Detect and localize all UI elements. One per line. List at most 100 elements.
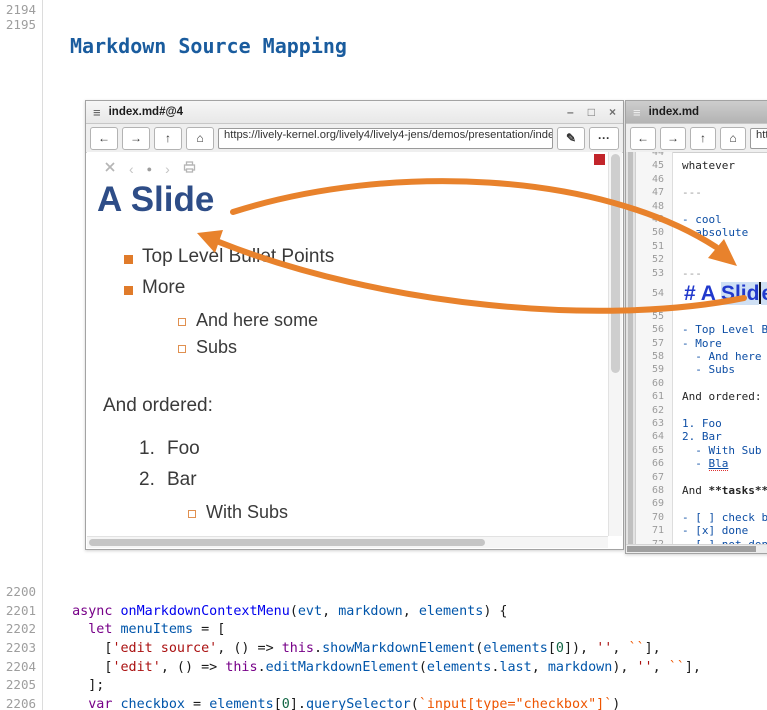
selection-handle[interactable] bbox=[594, 154, 605, 165]
list-item-text: Foo bbox=[167, 438, 200, 460]
source-text: - [x] done bbox=[672, 524, 748, 537]
source-text: - [ ] check b bbox=[672, 511, 767, 524]
list-item: With Subs bbox=[87, 502, 598, 529]
code-line: 2202 let menuItems = [ bbox=[0, 620, 767, 639]
vertical-scrollbar-thumb[interactable] bbox=[611, 154, 620, 373]
horizontal-scrollbar-thumb[interactable] bbox=[89, 539, 485, 546]
line-number: 58 bbox=[636, 350, 672, 363]
up-button[interactable]: ↑ bbox=[154, 127, 182, 150]
editor-left-scrollbar-thumb[interactable] bbox=[628, 152, 633, 545]
window-menu-icon[interactable]: ≡ bbox=[633, 105, 641, 120]
source-line: 642. Bar bbox=[636, 430, 767, 443]
browser-toolbar: ← → ↑ ⌂ https://lively-kernel.org/lively… bbox=[86, 124, 623, 153]
source-text: - With Sub bbox=[672, 444, 761, 457]
source-line: 58 - And here bbox=[636, 350, 767, 363]
more-options-button[interactable]: ··· bbox=[589, 127, 619, 150]
line-number: 61 bbox=[636, 390, 672, 403]
close-button[interactable]: × bbox=[609, 105, 616, 119]
list-item: Subs bbox=[87, 337, 598, 364]
source-text bbox=[672, 200, 682, 213]
minimize-button[interactable]: – bbox=[567, 105, 574, 119]
line-number: 47 bbox=[636, 186, 672, 199]
source-text: 2. Bar bbox=[672, 430, 722, 443]
source-text: absolute bbox=[672, 226, 748, 239]
source-text bbox=[672, 310, 682, 323]
up-button[interactable]: ↑ bbox=[690, 127, 716, 150]
line-number: 45 bbox=[636, 159, 672, 172]
source-text: - cool bbox=[672, 213, 722, 226]
source-line: 54# A Slide bbox=[636, 280, 767, 310]
edit-button[interactable]: ✎ bbox=[557, 127, 585, 150]
source-lines: 4445whatever4647---4849- cool50 absolute… bbox=[636, 152, 767, 545]
rendered-markdown-area[interactable]: ‹ ● › A Slide Top Level Bullet PointsMor… bbox=[87, 152, 608, 536]
line-number: 56 bbox=[636, 323, 672, 336]
maximize-button[interactable]: □ bbox=[588, 105, 595, 119]
back-button[interactable]: ← bbox=[630, 127, 656, 150]
presentation-controls: ‹ ● › bbox=[104, 160, 196, 178]
line-number: 54 bbox=[636, 280, 672, 310]
list-item-text: With Subs bbox=[206, 502, 288, 523]
browser-window-source: ≡ index.md ← → ↑ ⌂ https 4445whatever464… bbox=[625, 100, 767, 554]
code-line: 2205 ]; bbox=[0, 676, 767, 695]
list-item: More bbox=[87, 279, 598, 310]
code-line: 2203 ['edit source', () => this.showMark… bbox=[0, 639, 767, 658]
source-line: 57- More bbox=[636, 337, 767, 350]
line-number: 2200 bbox=[0, 583, 36, 602]
source-text: - And here bbox=[672, 350, 761, 363]
editor-left-scrollbar[interactable] bbox=[626, 152, 636, 545]
window-menu-icon[interactable]: ≡ bbox=[93, 105, 101, 120]
line-number: 65 bbox=[636, 444, 672, 457]
source-line: 68And **tasks** bbox=[636, 484, 767, 497]
source-line: 53--- bbox=[636, 267, 767, 280]
code-text: let menuItems = [ bbox=[36, 622, 225, 637]
ordered-marker: 2. bbox=[139, 469, 155, 491]
source-text: - Subs bbox=[672, 363, 735, 376]
source-editor[interactable]: 4445whatever4647---4849- cool50 absolute… bbox=[626, 152, 767, 545]
horizontal-scrollbar[interactable] bbox=[626, 544, 767, 553]
print-icon[interactable] bbox=[183, 160, 196, 178]
forward-button[interactable]: → bbox=[122, 127, 150, 150]
source-text bbox=[672, 152, 682, 159]
source-line: 631. Foo bbox=[636, 417, 767, 430]
source-text bbox=[672, 173, 682, 186]
home-button[interactable]: ⌂ bbox=[186, 127, 214, 150]
source-line: 49- cool bbox=[636, 213, 767, 226]
code-text: ['edit', () => this.editMarkdownElement(… bbox=[36, 660, 701, 675]
line-number: 2204 bbox=[0, 658, 36, 677]
forward-button[interactable]: → bbox=[660, 127, 686, 150]
source-line: 47--- bbox=[636, 186, 767, 199]
window-titlebar[interactable]: ≡ index.md bbox=[626, 101, 767, 124]
line-number: 2201 bbox=[0, 602, 36, 621]
list-item: 2.Bar bbox=[87, 471, 598, 502]
horizontal-scrollbar[interactable] bbox=[87, 536, 608, 548]
line-number: 71 bbox=[636, 524, 672, 537]
source-line: 69 bbox=[636, 497, 767, 510]
horizontal-scrollbar-thumb[interactable] bbox=[627, 546, 756, 552]
code-line: 2204 ['edit', () => this.editMarkdownEle… bbox=[0, 658, 767, 677]
bullet-icon bbox=[124, 255, 133, 264]
page-title: Markdown Source Mapping bbox=[70, 34, 347, 58]
vertical-scrollbar[interactable] bbox=[608, 152, 622, 536]
url-input[interactable]: https://lively-kernel.org/lively4/lively… bbox=[218, 128, 553, 149]
current-slide-dot-icon[interactable]: ● bbox=[147, 164, 152, 174]
line-number: 70 bbox=[636, 511, 672, 524]
line-number: 2202 bbox=[0, 620, 36, 639]
source-text bbox=[672, 240, 682, 253]
line-number: 2205 bbox=[0, 676, 36, 695]
back-button[interactable]: ← bbox=[90, 127, 118, 150]
source-text bbox=[672, 377, 682, 390]
window-titlebar[interactable]: ≡ index.md#@4 – □ × bbox=[86, 101, 623, 124]
slide-paragraph: And ordered: bbox=[103, 395, 213, 417]
browser-toolbar: ← → ↑ ⌂ https bbox=[626, 124, 767, 153]
source-text: --- bbox=[672, 186, 702, 199]
prev-slide-icon[interactable]: ‹ bbox=[129, 161, 134, 177]
list-item: 1.Foo bbox=[87, 440, 598, 471]
fullscreen-icon[interactable] bbox=[104, 160, 116, 178]
next-slide-icon[interactable]: › bbox=[165, 161, 170, 177]
source-text bbox=[672, 404, 682, 417]
url-input[interactable]: https bbox=[750, 128, 767, 149]
home-button[interactable]: ⌂ bbox=[720, 127, 746, 150]
line-number: 60 bbox=[636, 377, 672, 390]
editor-page: 21942195 Markdown Source Mapping ≡ index… bbox=[0, 0, 767, 710]
source-text bbox=[672, 497, 682, 510]
